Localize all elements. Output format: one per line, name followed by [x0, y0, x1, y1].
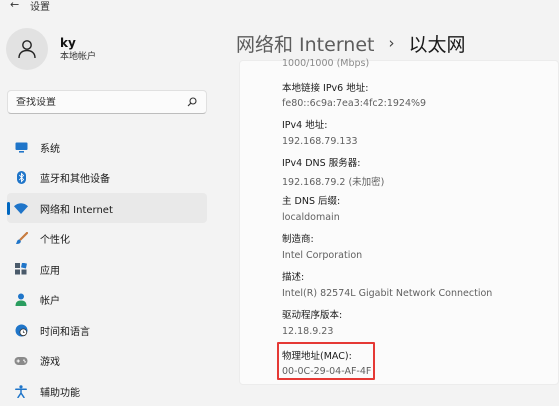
dns-server-value: 192.168.79.2 (未加密) — [282, 177, 385, 188]
wifi-icon — [14, 201, 28, 215]
person-icon — [14, 293, 28, 307]
search-box[interactable] — [7, 90, 207, 114]
description-value: Intel(R) 82574L Gigabit Network Connecti… — [282, 288, 493, 299]
search-icon[interactable] — [186, 96, 198, 108]
nav-item-label: 帐户 — [40, 296, 60, 307]
nav-item-network[interactable]: 网络和 Internet — [7, 193, 207, 223]
nav-item-accounts[interactable]: 帐户 — [7, 285, 207, 315]
page-title: 以太网 — [408, 33, 466, 56]
back-arrow-icon[interactable]: ← — [10, 0, 19, 11]
description-label: 描述: — [282, 272, 305, 283]
sidebar: ky 本地帐户 系统 蓝牙和其他设备 — [0, 14, 222, 406]
title-bar: ← 设置 — [0, 0, 559, 14]
dns-suffix-label: 主 DNS 后缀: — [282, 196, 341, 207]
search-input[interactable] — [16, 96, 186, 108]
nav-item-label: 网络和 Internet — [40, 204, 113, 216]
nav-item-label: 辅助功能 — [40, 387, 80, 399]
account-type: 本地帐户 — [60, 51, 97, 62]
nav-item-bluetooth[interactable]: 蓝牙和其他设备 — [7, 163, 207, 193]
dns-server-label: IPv4 DNS 服务器: — [282, 158, 361, 169]
bluetooth-icon — [14, 171, 28, 185]
manufacturer-value: Intel Corporation — [282, 250, 363, 261]
nav-item-label: 蓝牙和其他设备 — [40, 174, 110, 185]
accessibility-icon — [14, 384, 28, 398]
apps-icon — [14, 262, 28, 276]
mac-highlight-box — [277, 342, 375, 380]
monitor-icon — [14, 140, 28, 154]
window-title: 设置 — [30, 2, 50, 13]
breadcrumb: 网络和 Internet › 以太网 — [236, 30, 466, 56]
ipv6-value: fe80::6c9a:7ea3:4fc2:1924%9 — [282, 98, 427, 109]
ipv4-label: IPv4 地址: — [282, 120, 328, 131]
nav-item-system[interactable]: 系统 — [7, 132, 207, 162]
nav-item-label: 游戏 — [40, 357, 60, 368]
globe-clock-icon — [14, 323, 28, 337]
nav-item-label: 个性化 — [40, 235, 70, 246]
user-profile[interactable]: ky 本地帐户 — [6, 28, 96, 70]
driver-version-label: 驱动程序版本: — [282, 310, 343, 321]
nav-item-time-language[interactable]: 时间和语言 — [7, 315, 207, 345]
link-speed-value: 1000/1000 (Mbps) — [282, 58, 370, 69]
avatar — [6, 28, 48, 70]
nav-item-gaming[interactable]: 游戏 — [7, 346, 207, 376]
ipv6-label: 本地链接 IPv6 地址: — [282, 83, 369, 94]
person-avatar-icon — [18, 40, 36, 59]
ethernet-properties-panel: 1000/1000 (Mbps) 本地链接 IPv6 地址: fe80::6c9… — [239, 58, 559, 385]
driver-version-value: 12.18.9.23 — [282, 326, 334, 337]
chevron-right-icon: › — [388, 34, 395, 52]
nav-item-label: 系统 — [40, 143, 60, 155]
user-name: ky — [60, 35, 76, 50]
ipv4-value: 192.168.79.133 — [282, 136, 358, 147]
nav-item-personalization[interactable]: 个性化 — [7, 224, 207, 254]
nav-item-accessibility[interactable]: 辅助功能 — [7, 376, 207, 406]
nav-item-label: 时间和语言 — [40, 326, 90, 338]
nav-list: 系统 蓝牙和其他设备 网络和 Internet 个性化 应用 帐户 时间和语言 … — [7, 132, 207, 406]
brush-icon — [14, 232, 28, 246]
manufacturer-label: 制造商: — [282, 234, 314, 245]
breadcrumb-parent[interactable]: 网络和 Internet — [236, 30, 374, 57]
nav-item-apps[interactable]: 应用 — [7, 254, 207, 284]
gamepad-icon — [14, 354, 28, 368]
nav-item-label: 应用 — [40, 265, 60, 277]
dns-suffix-value: localdomain — [282, 212, 340, 223]
